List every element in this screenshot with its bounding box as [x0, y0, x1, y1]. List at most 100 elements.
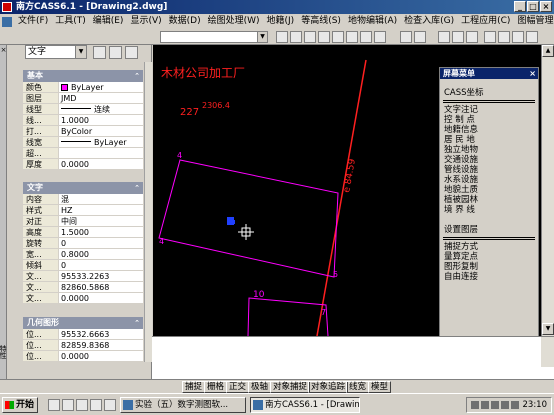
- edit-icon[interactable]: [498, 31, 510, 43]
- menu-edit[interactable]: 编辑(E): [90, 14, 128, 29]
- sm-item[interactable]: 文字注记: [440, 105, 538, 115]
- sm-item[interactable]: 地籍信息: [440, 125, 538, 135]
- ortho-toggle[interactable]: 正交: [226, 381, 250, 393]
- prop-row[interactable]: 线宽 ByLayer: [23, 137, 143, 148]
- scroll-down-icon[interactable]: ▼: [542, 323, 554, 335]
- prop-row[interactable]: 图层 JMD: [23, 93, 143, 104]
- close-icon[interactable]: ×: [0, 47, 7, 54]
- menu-engineering[interactable]: 工程应用(C): [458, 14, 514, 29]
- close-icon[interactable]: ×: [529, 68, 536, 79]
- command-line[interactable]: [152, 336, 554, 379]
- tray-icon[interactable]: [471, 401, 479, 409]
- otrack-toggle[interactable]: 对象追踪: [308, 381, 349, 393]
- redo-icon[interactable]: [414, 31, 426, 43]
- prop-row[interactable]: 高度 1.5000: [23, 227, 143, 238]
- section-header-geometry[interactable]: 几何图形 ⌃: [23, 317, 143, 329]
- building-polygon[interactable]: [158, 159, 339, 278]
- layer-combo[interactable]: ▼: [160, 31, 268, 43]
- taskbar-item-word[interactable]: 实验（五）数字测图软...: [120, 397, 246, 413]
- sm-item[interactable]: 居 民 地: [440, 135, 538, 145]
- tray-icon[interactable]: [481, 401, 489, 409]
- zoom-in-icon[interactable]: [318, 31, 330, 43]
- drawing-canvas[interactable]: 木材公司加工厂 227 2306.4 e 84.59 4 4 5 10 7: [153, 45, 437, 336]
- sm-item[interactable]: 自由连接: [440, 272, 538, 282]
- grip-icon[interactable]: [231, 220, 235, 224]
- app-quicklaunch-icon[interactable]: [104, 399, 116, 411]
- taskbar-item-cass[interactable]: 南方CASS6.1 - [Drawing...: [250, 397, 360, 413]
- prop-row[interactable]: 对正 中间: [23, 216, 143, 227]
- sm-item[interactable]: 捕捉方式: [440, 242, 538, 252]
- sm-item[interactable]: 独立地物: [440, 145, 538, 155]
- menu-sheet[interactable]: 图幅管理(M): [514, 14, 554, 29]
- zoom-window-icon[interactable]: [304, 31, 316, 43]
- prop-row[interactable]: 文... 0.0000: [23, 293, 143, 304]
- prop-row[interactable]: 厚度 0.0000: [23, 159, 143, 170]
- settings-icon[interactable]: [526, 31, 538, 43]
- prop-row[interactable]: 倾斜 0: [23, 260, 143, 271]
- clock[interactable]: 23:10: [523, 398, 548, 412]
- zoom-all-icon[interactable]: [374, 31, 386, 43]
- prop-row[interactable]: 文... 95533.2263: [23, 271, 143, 282]
- prop-row[interactable]: 位... 82859.8368: [23, 340, 143, 351]
- sm-item[interactable]: 量算定点: [440, 252, 538, 262]
- prop-row[interactable]: 线型 连续: [23, 104, 143, 115]
- lineweight-toggle[interactable]: 线宽: [346, 381, 370, 393]
- command-scrollbar[interactable]: [541, 337, 554, 367]
- minimize-button[interactable]: _: [514, 1, 526, 12]
- sm-item[interactable]: 交通设施: [440, 155, 538, 165]
- section-header-text[interactable]: 文字 ⌃: [23, 182, 143, 194]
- vertical-scrollbar[interactable]: ▲ ▼: [541, 45, 554, 336]
- volume-icon[interactable]: [511, 401, 519, 409]
- prop-row[interactable]: 内容混: [23, 194, 143, 205]
- start-button[interactable]: 开始: [2, 397, 38, 413]
- maximize-button[interactable]: □: [527, 1, 539, 12]
- section-header-basic[interactable]: 基本 ⌃: [23, 70, 143, 82]
- collapse-icon[interactable]: ⌃: [134, 317, 140, 329]
- pan-icon[interactable]: [276, 31, 288, 43]
- zoom-previous-icon[interactable]: [360, 31, 372, 43]
- table-icon[interactable]: [466, 31, 478, 43]
- sm-item-cass-coord[interactable]: CASS坐标: [440, 88, 538, 98]
- menu-contour[interactable]: 等高线(S): [298, 14, 345, 29]
- zoom-realtime-icon[interactable]: [290, 31, 302, 43]
- palette-handle[interactable]: × 特性: [0, 45, 7, 379]
- sm-item[interactable]: 管线设施: [440, 165, 538, 175]
- grid-toggle[interactable]: 栅格: [204, 381, 228, 393]
- move-icon[interactable]: [512, 31, 524, 43]
- prop-row[interactable]: 位... 95532.6663: [23, 329, 143, 340]
- sm-item[interactable]: 地貌土质: [440, 185, 538, 195]
- tray-icon[interactable]: [491, 401, 499, 409]
- chevron-down-icon[interactable]: ▼: [257, 32, 267, 42]
- menu-tools[interactable]: 工具(T): [52, 14, 90, 29]
- zoom-out-icon[interactable]: [332, 31, 344, 43]
- collapse-icon[interactable]: ⌃: [134, 70, 140, 82]
- prop-row[interactable]: 样式 HZ: [23, 205, 143, 216]
- sm-item[interactable]: 图形复制: [440, 262, 538, 272]
- palette-scrollbar[interactable]: [144, 62, 152, 362]
- media-icon[interactable]: [76, 399, 88, 411]
- parcel-polyline[interactable]: [247, 297, 329, 336]
- prop-row[interactable]: 宽... 0.8000: [23, 249, 143, 260]
- prop-row[interactable]: 旋转 0: [23, 238, 143, 249]
- chevron-down-icon[interactable]: ▼: [75, 46, 86, 58]
- prop-row[interactable]: 颜色 ByLayer: [23, 82, 143, 93]
- menu-file[interactable]: 文件(F): [15, 14, 52, 29]
- scroll-up-icon[interactable]: ▲: [542, 45, 554, 57]
- design-center-icon[interactable]: [452, 31, 464, 43]
- prop-row[interactable]: 文... 82860.5868: [23, 282, 143, 293]
- app-icon[interactable]: [2, 2, 12, 12]
- sm-item-layer[interactable]: 设置图层: [440, 225, 538, 235]
- zoom-extents-icon[interactable]: [346, 31, 358, 43]
- prop-row[interactable]: 位... 0.0000: [23, 351, 143, 362]
- object-type-select[interactable]: 文字 ▼: [25, 45, 87, 59]
- document-icon[interactable]: [2, 16, 12, 27]
- sm-item[interactable]: 控 制 点: [440, 115, 538, 125]
- tray-icon[interactable]: [501, 401, 509, 409]
- select-objects-icon[interactable]: [109, 46, 122, 59]
- toggle-pickadd-icon[interactable]: [93, 46, 106, 59]
- sm-item[interactable]: 水系设施: [440, 175, 538, 185]
- menu-feature-edit[interactable]: 地物编辑(A): [345, 14, 401, 29]
- prop-row[interactable]: 打... ByColor: [23, 126, 143, 137]
- menu-cadastre[interactable]: 地籍(J): [264, 14, 299, 29]
- sm-item[interactable]: 植被园林: [440, 195, 538, 205]
